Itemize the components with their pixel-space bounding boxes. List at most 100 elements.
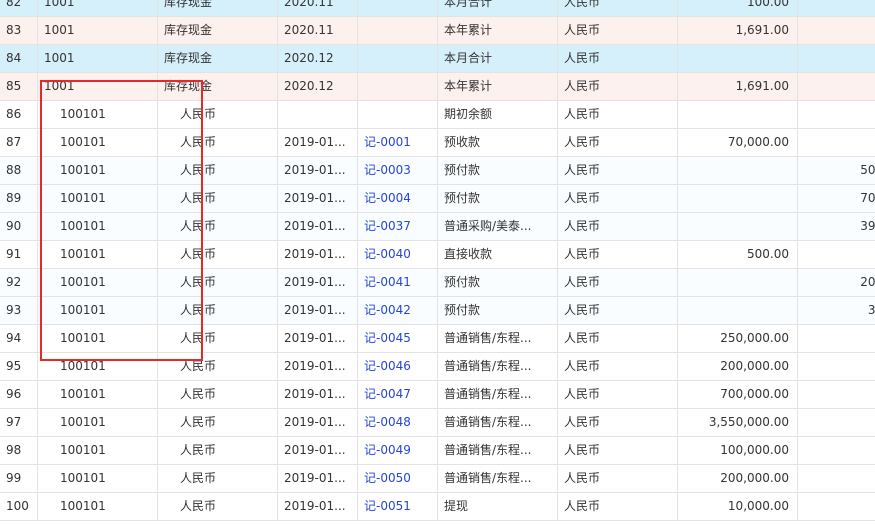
credit-amount-cell[interactable]: 8 (798, 17, 875, 44)
summary-cell[interactable]: 普通销售/东程... (438, 437, 558, 464)
credit-amount-cell[interactable] (798, 0, 875, 16)
table-row[interactable]: 100 100101 人民币 2019-01... 记-0051 提现 人民币 10,000.… (0, 493, 875, 521)
credit-amount-cell[interactable] (798, 381, 875, 408)
period-cell[interactable]: 2019-01... (278, 185, 358, 212)
table-row[interactable]: 86 100101 人民币 期初余额 人民币 (0, 101, 875, 129)
account-name-cell[interactable]: 人民币 (158, 493, 278, 520)
currency-cell[interactable]: 人民币 (558, 437, 678, 464)
period-cell[interactable]: 2020.11 (278, 0, 358, 16)
voucher-link[interactable]: 记-0042 (358, 297, 438, 324)
period-cell[interactable]: 2019-01... (278, 213, 358, 240)
debit-amount-cell[interactable]: 1,691.00 (678, 17, 798, 44)
debit-amount-cell[interactable] (678, 269, 798, 296)
table-row[interactable]: 89100101人民币2019-01...记-0004预付款人民币70,0 (0, 185, 875, 213)
debit-amount-cell[interactable] (678, 45, 798, 72)
currency-cell[interactable]: 人民币 (558, 465, 678, 492)
debit-amount-cell[interactable]: 500.00 (678, 241, 798, 268)
debit-amount-cell[interactable]: 200,000.00 (678, 465, 798, 492)
credit-amount-cell[interactable] (798, 409, 875, 436)
summary-cell[interactable]: 直接收款 (438, 241, 558, 268)
account-code-cell[interactable]: 100101 (38, 269, 158, 296)
account-code-cell[interactable]: 1001 (38, 73, 158, 100)
credit-amount-cell[interactable]: 3,0 (798, 297, 875, 324)
currency-cell[interactable]: 人民币 (558, 45, 678, 72)
period-cell[interactable]: 2019-01... (278, 241, 358, 268)
period-cell[interactable]: 2020.12 (278, 73, 358, 100)
currency-cell[interactable]: 人民币 (558, 269, 678, 296)
table-row[interactable]: 96 100101 人民币 2019-01... 记-0047 普通销售/东程... 人民币… (0, 381, 875, 409)
table-row[interactable]: 99 100101 人民币 2019-01... 记-0050 普通销售/东程... 人民币… (0, 465, 875, 493)
period-cell[interactable]: 2019-01... (278, 381, 358, 408)
credit-amount-cell[interactable] (798, 241, 875, 268)
account-name-cell[interactable]: 人民币 (158, 101, 278, 128)
period-cell[interactable]: 2019-01... (278, 465, 358, 492)
summary-cell[interactable]: 本月合计 (438, 45, 558, 72)
debit-amount-cell[interactable]: 70,000.00 (678, 129, 798, 156)
table-row[interactable]: 88100101人民币2019-01...记-0003预付款人民币50,0 (0, 157, 875, 185)
period-cell[interactable]: 2019-01... (278, 325, 358, 352)
voucher-link[interactable]: 记-0050 (358, 465, 438, 492)
currency-cell[interactable]: 人民币 (558, 493, 678, 520)
voucher-link[interactable]: 记-0047 (358, 381, 438, 408)
account-code-cell[interactable]: 100101 (38, 297, 158, 324)
summary-cell[interactable]: 普通销售/东程... (438, 325, 558, 352)
credit-amount-cell[interactable] (798, 129, 875, 156)
account-code-cell[interactable]: 100101 (38, 353, 158, 380)
table-row[interactable]: 90 100101 人民币 2019-01... 记-0037 普通采购/美泰... 人民币… (0, 213, 875, 241)
currency-cell[interactable]: 人民币 (558, 409, 678, 436)
period-cell[interactable]: 2019-01... (278, 493, 358, 520)
period-cell[interactable]: 2020.11 (278, 17, 358, 44)
currency-cell[interactable]: 人民币 (558, 325, 678, 352)
summary-cell[interactable]: 本年累计 (438, 73, 558, 100)
voucher-link[interactable] (358, 101, 438, 128)
voucher-link[interactable]: 记-0001 (358, 129, 438, 156)
debit-amount-cell[interactable]: 200,000.00 (678, 353, 798, 380)
voucher-link[interactable]: 记-0004 (358, 185, 438, 212)
voucher-link[interactable] (358, 17, 438, 44)
account-code-cell[interactable]: 100101 (38, 157, 158, 184)
account-name-cell[interactable]: 人民币 (158, 353, 278, 380)
summary-cell[interactable]: 预收款 (438, 129, 558, 156)
account-name-cell[interactable]: 人民币 (158, 437, 278, 464)
debit-amount-cell[interactable]: 100,000.00 (678, 437, 798, 464)
voucher-link[interactable]: 记-0037 (358, 213, 438, 240)
account-name-cell[interactable]: 库存现金 (158, 0, 278, 16)
period-cell[interactable] (278, 101, 358, 128)
account-name-cell[interactable]: 人民币 (158, 325, 278, 352)
account-code-cell[interactable]: 100101 (38, 101, 158, 128)
period-cell[interactable]: 2019-01... (278, 269, 358, 296)
currency-cell[interactable]: 人民币 (558, 129, 678, 156)
table-row[interactable]: 97 100101 人民币 2019-01... 记-0048 普通销售/东程... 人民币… (0, 409, 875, 437)
table-row[interactable]: 91 100101 人民币 2019-01... 记-0040 直接收款 人民币 500.00 (0, 241, 875, 269)
summary-cell[interactable]: 普通销售/东程... (438, 465, 558, 492)
voucher-link[interactable]: 记-0040 (358, 241, 438, 268)
currency-cell[interactable]: 人民币 (558, 185, 678, 212)
voucher-link[interactable]: 记-0049 (358, 437, 438, 464)
summary-cell[interactable]: 本年累计 (438, 17, 558, 44)
credit-amount-cell[interactable] (798, 437, 875, 464)
account-name-cell[interactable]: 人民币 (158, 465, 278, 492)
account-name-cell[interactable]: 人民币 (158, 185, 278, 212)
summary-cell[interactable]: 预付款 (438, 185, 558, 212)
voucher-link[interactable] (358, 45, 438, 72)
credit-amount-cell[interactable]: 39,1 (798, 213, 875, 240)
credit-amount-cell[interactable]: 70,0 (798, 185, 875, 212)
account-code-cell[interactable]: 100101 (38, 465, 158, 492)
account-code-cell[interactable]: 100101 (38, 241, 158, 268)
debit-amount-cell[interactable]: 100.00 (678, 0, 798, 16)
credit-amount-cell[interactable] (798, 101, 875, 128)
period-cell[interactable]: 2019-01... (278, 297, 358, 324)
debit-amount-cell[interactable] (678, 101, 798, 128)
account-name-cell[interactable]: 人民币 (158, 297, 278, 324)
summary-cell[interactable]: 普通销售/东程... (438, 381, 558, 408)
credit-amount-cell[interactable]: 8 (798, 73, 875, 100)
account-name-cell[interactable]: 人民币 (158, 269, 278, 296)
debit-amount-cell[interactable]: 3,550,000.00 (678, 409, 798, 436)
table-row[interactable]: 93100101人民币2019-01...记-0042预付款人民币3,0 (0, 297, 875, 325)
period-cell[interactable]: 2019-01... (278, 129, 358, 156)
table-row[interactable]: 92100101人民币2019-01...记-0041预付款人民币20,0 (0, 269, 875, 297)
summary-cell[interactable]: 普通销售/东程... (438, 353, 558, 380)
debit-amount-cell[interactable] (678, 157, 798, 184)
period-cell[interactable]: 2019-01... (278, 353, 358, 380)
debit-amount-cell[interactable] (678, 213, 798, 240)
